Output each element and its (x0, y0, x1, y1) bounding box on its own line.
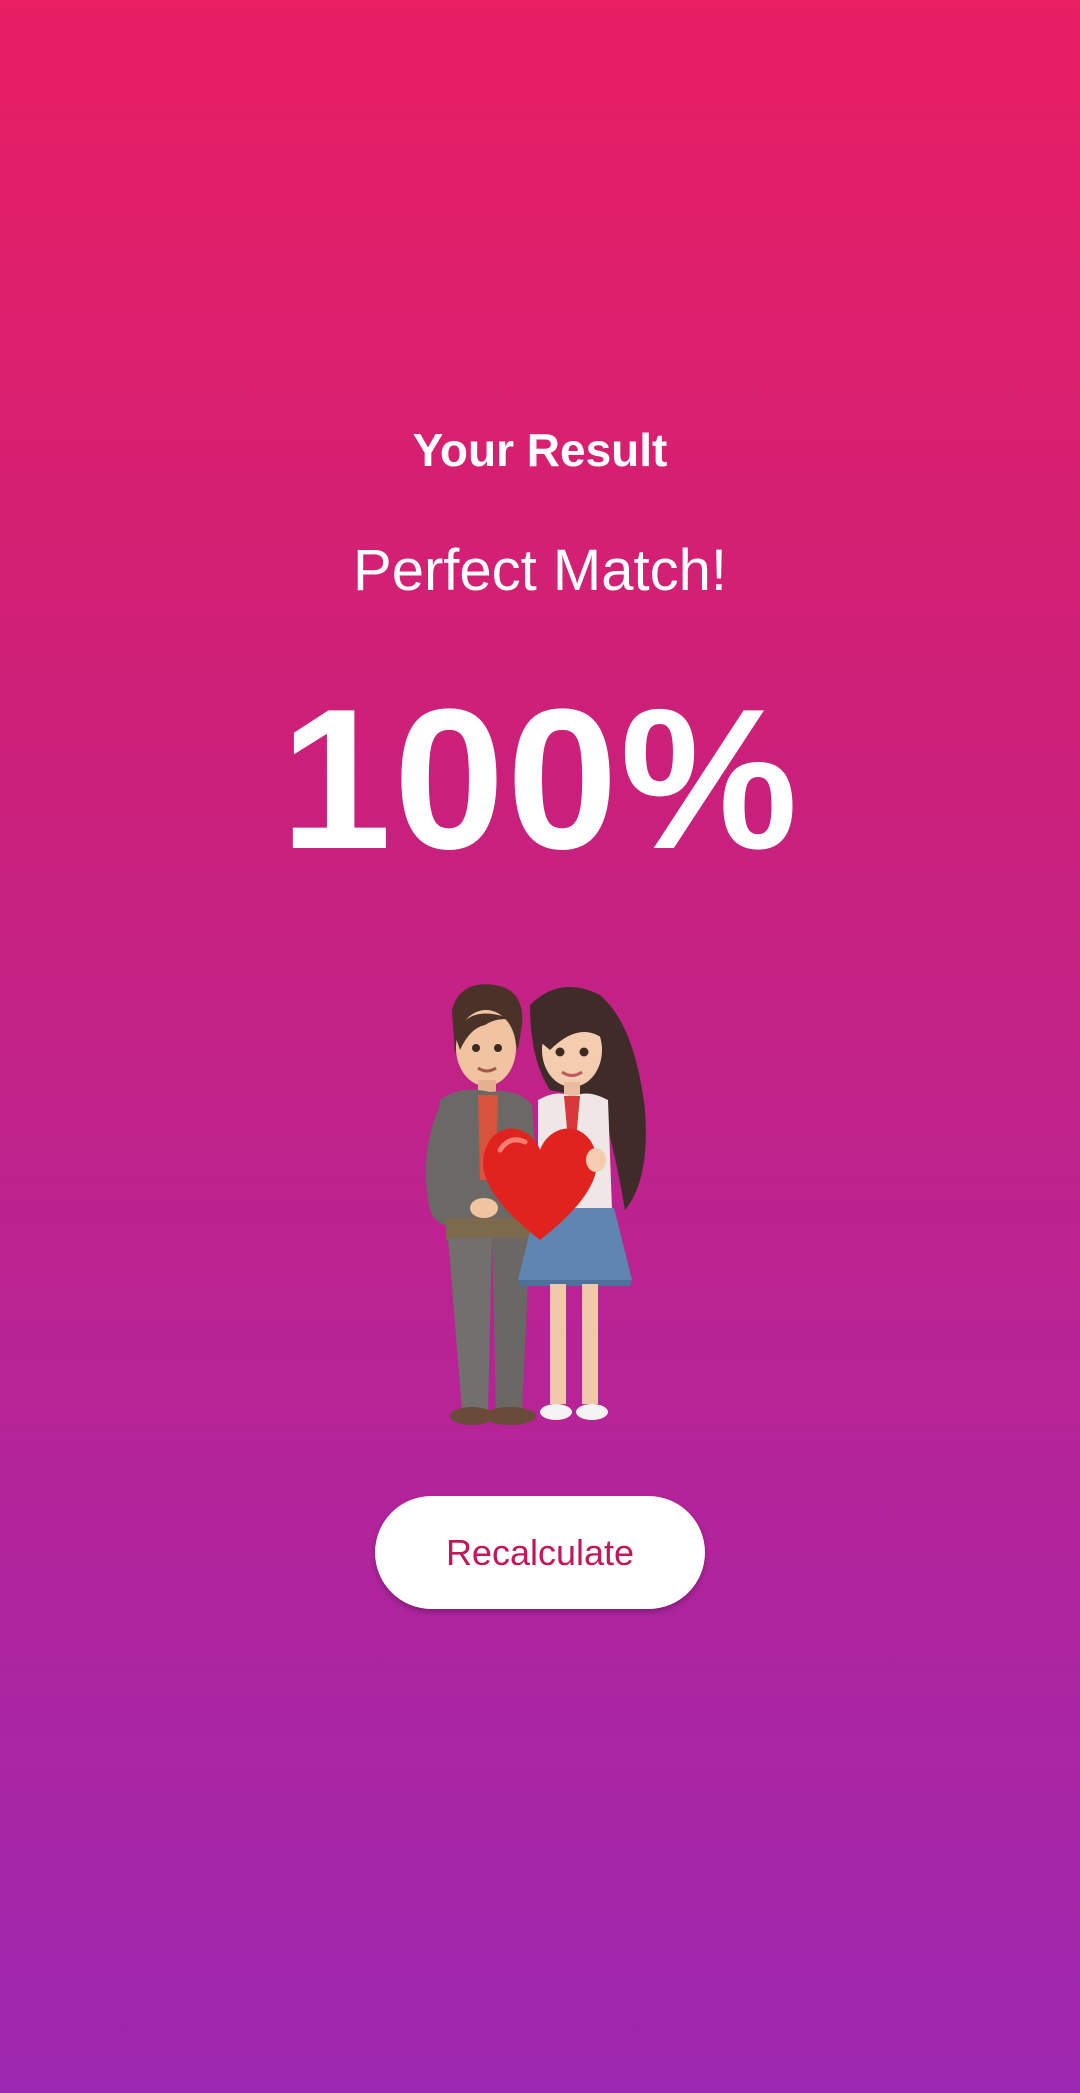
couple-holding-heart-illustration (425, 984, 646, 1425)
recalculate-button[interactable]: Recalculate (375, 1496, 705, 1609)
result-heading: Your Result (412, 424, 668, 476)
match-percentage: 100% (280, 668, 800, 891)
match-verdict: Perfect Match! (353, 538, 727, 603)
